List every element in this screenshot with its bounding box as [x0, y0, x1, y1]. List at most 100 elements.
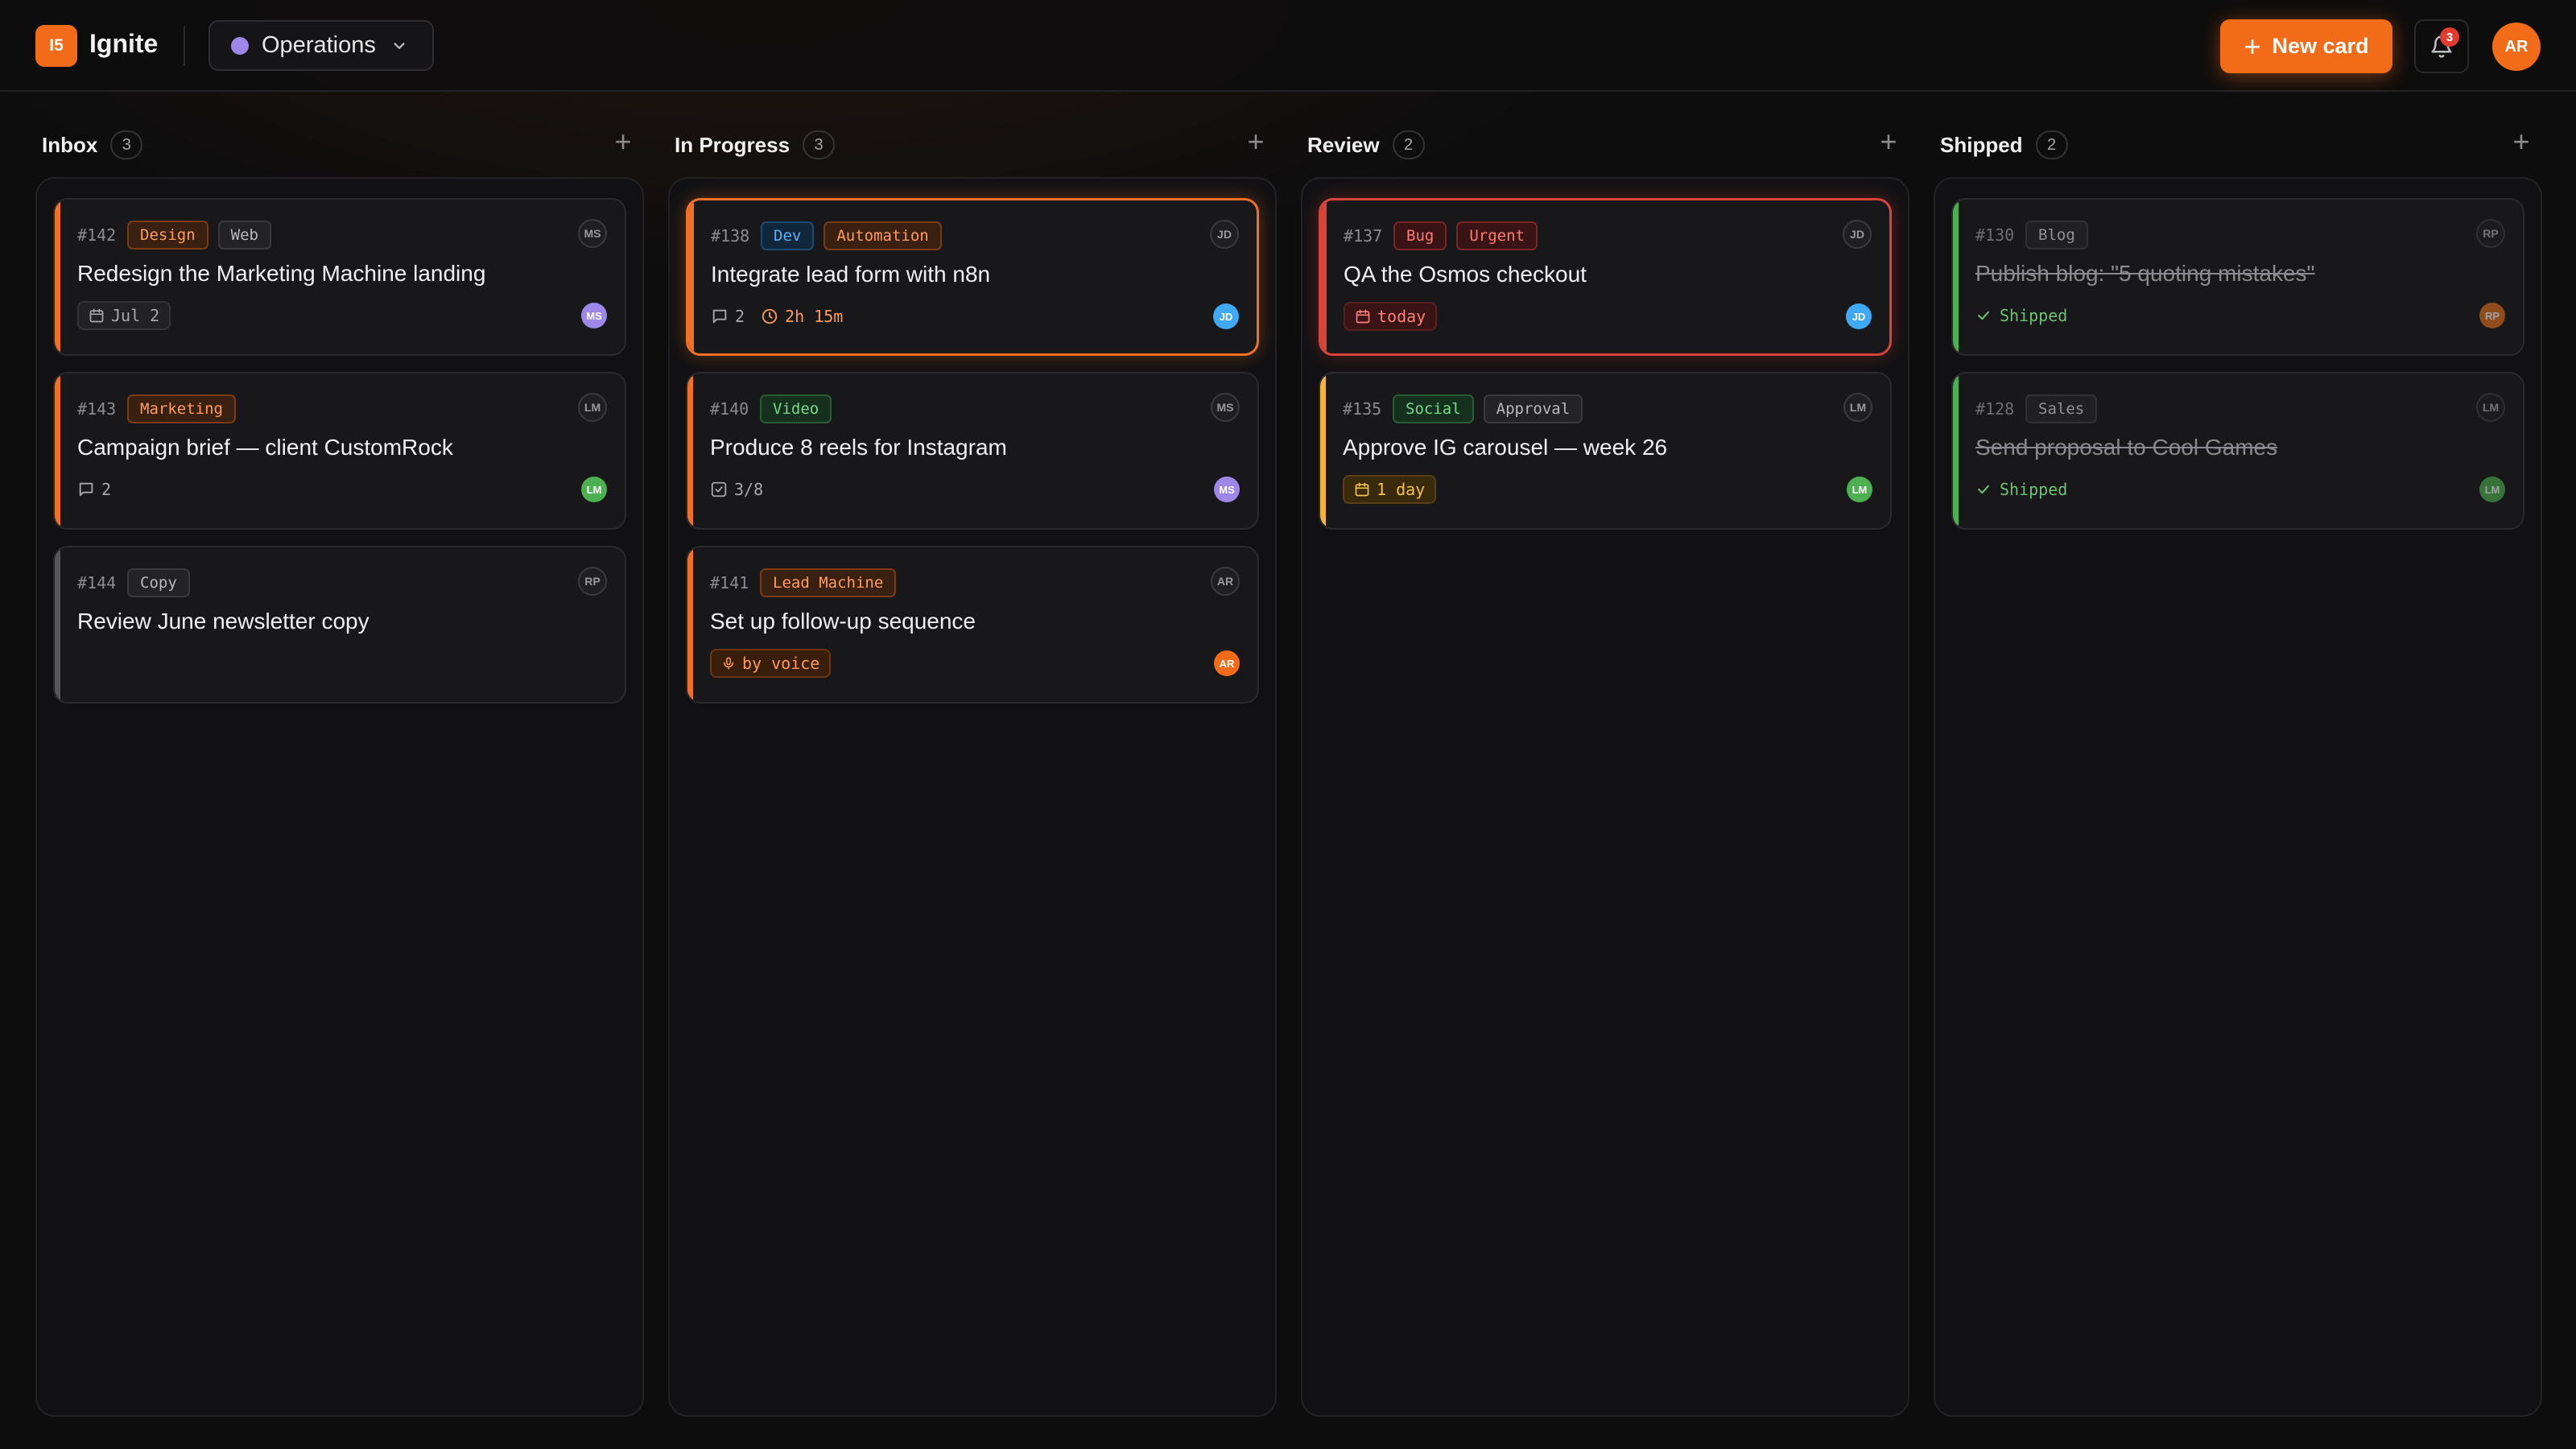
task-card[interactable]: #128 Sales LM Send proposal to Cool Games Sh… [1951, 372, 2524, 530]
clock-icon [761, 308, 785, 325]
status-label: Shipped [2000, 480, 2068, 499]
card-accent-bar [687, 547, 693, 702]
column-title: Review [1307, 132, 1380, 157]
tag: Lead Machine [760, 568, 897, 597]
column-shipped: #130 Blog RP Publish blog: "5 quoting mista… [1934, 177, 2542, 1417]
card-tags: Copy [127, 568, 200, 597]
owner-avatar: MS [1211, 393, 1240, 422]
checklist-value: 3/8 [734, 480, 764, 499]
time-tracked: 2h 15m [761, 307, 843, 326]
task-card[interactable]: #142 Design Web MS Redesign the Marketing Ma… [53, 198, 626, 356]
app-title: Ignite [89, 29, 159, 58]
card-meta: Jul 2 [77, 301, 171, 330]
tag: Bug [1393, 221, 1447, 250]
tag: Social [1393, 394, 1474, 423]
checklist-icon [710, 481, 734, 498]
add-card-button[interactable]: + [1241, 126, 1270, 158]
tag: Copy [127, 568, 190, 597]
workspace-selector[interactable]: Operations [208, 20, 434, 71]
task-card[interactable]: #143 Marketing LM Campaign brief — client C… [53, 372, 626, 530]
card-meta: 2 [77, 475, 127, 504]
calendar-icon [1354, 481, 1377, 497]
tag: Automation [824, 221, 942, 250]
owner-avatar: JD [1210, 220, 1239, 249]
add-card-button[interactable]: + [2507, 126, 2536, 158]
owner-avatar: AR [1211, 567, 1240, 596]
card-accent-bar [55, 200, 60, 354]
task-card[interactable]: #130 Blog RP Publish blog: "5 quoting mista… [1951, 198, 2524, 356]
card-title: Set up follow-up sequence [710, 609, 976, 634]
task-card[interactable]: #138 Dev Automation JD Integrate lead form w… [686, 198, 1259, 356]
owner-avatar: LM [2476, 393, 2505, 422]
owner-avatar: RP [578, 567, 607, 596]
assignee-avatar: LM [2479, 477, 2505, 502]
top-bar: I5 Ignite Operations + New card 3 AR [0, 0, 2576, 92]
column-header: In Progress 3 [675, 129, 836, 161]
due-date-badge: today [1344, 302, 1438, 331]
task-card[interactable]: #141 Lead Machine AR Set up follow-up seque… [686, 546, 1259, 704]
card-title: QA the Osmos checkout [1344, 262, 1587, 287]
card-tags: Blog [2025, 221, 2098, 250]
owner-avatar: MS [578, 219, 607, 248]
card-tags: Bug Urgent [1393, 221, 1547, 250]
column-title: Inbox [42, 132, 98, 157]
card-accent-bar [55, 547, 60, 702]
card-tags: Design Web [127, 221, 281, 250]
calendar-icon [89, 308, 111, 324]
add-card-button[interactable]: + [609, 126, 638, 158]
assignee-avatar: RP [2479, 303, 2505, 328]
voice-label: by voice [742, 654, 820, 673]
assignee-avatar: JD [1213, 303, 1239, 329]
owner-avatar: LM [1843, 393, 1872, 422]
card-meta: by voice [710, 649, 832, 678]
tag: Marketing [127, 394, 236, 423]
card-tags: Marketing [127, 394, 246, 423]
assignee-avatar: AR [1214, 650, 1240, 676]
column-count-badge: 2 [1392, 130, 1425, 159]
due-date-badge: Jul 2 [77, 301, 171, 330]
tag: Video [760, 394, 832, 423]
card-meta: Shipped [1975, 301, 2067, 330]
task-card[interactable]: #140 Video MS Produce 8 reels for Instagram… [686, 372, 1259, 530]
card-title: Publish blog: "5 quoting mistakes" [1975, 261, 2315, 286]
card-title: Redesign the Marketing Machine landing [77, 261, 486, 286]
comment-icon [711, 308, 735, 325]
assignee-avatar: MS [1214, 477, 1240, 502]
column-header: Review 2 [1307, 129, 1425, 161]
column-in-progress: #138 Dev Automation JD Integrate lead form w… [668, 177, 1277, 1417]
checklist-progress: 3/8 [710, 480, 763, 499]
column-title: In Progress [675, 132, 791, 157]
status-label: Shipped [2000, 306, 2068, 325]
new-card-label: New card [2272, 34, 2369, 58]
user-avatar[interactable]: AR [2492, 23, 2541, 71]
card-tags: Dev Automation [761, 221, 952, 250]
tag: Design [127, 221, 208, 250]
column-review: #137 Bug Urgent JD QA the Osmos checkout toda… [1301, 177, 1909, 1417]
task-card[interactable]: #144 Copy RP Review June newsletter copy [53, 546, 626, 704]
card-tags: Video [760, 394, 841, 423]
comment-count-value: 2 [735, 307, 745, 326]
card-id: #143 [77, 399, 117, 419]
card-accent-bar [1321, 200, 1327, 353]
task-card[interactable]: #135 Social Approval LM Approve IG carousel … [1319, 372, 1892, 530]
card-id: #128 [1975, 399, 2015, 419]
comment-count: 2 [711, 307, 745, 326]
add-card-button[interactable]: + [1874, 126, 1903, 158]
task-card[interactable]: #137 Bug Urgent JD QA the Osmos checkout toda… [1319, 198, 1892, 356]
card-id: #144 [77, 573, 117, 592]
card-tags: Lead Machine [760, 568, 906, 597]
time-tracked-value: 2h 15m [785, 307, 844, 326]
tag: Sales [2025, 394, 2098, 423]
new-card-button[interactable]: + New card [2220, 19, 2392, 73]
voice-badge: by voice [710, 649, 832, 678]
status-shipped: Shipped [1975, 480, 2067, 499]
checkmark-icon [1975, 308, 2000, 324]
tag: Dev [761, 221, 815, 250]
card-id: #130 [1975, 225, 2015, 245]
assignee-avatar: LM [581, 477, 607, 502]
calendar-icon [1355, 308, 1377, 324]
assignee-avatar: JD [1846, 303, 1872, 329]
column-inbox: #142 Design Web MS Redesign the Marketing Ma… [35, 177, 644, 1417]
card-id: #137 [1344, 226, 1383, 246]
notifications-button[interactable]: 3 [2414, 19, 2469, 73]
